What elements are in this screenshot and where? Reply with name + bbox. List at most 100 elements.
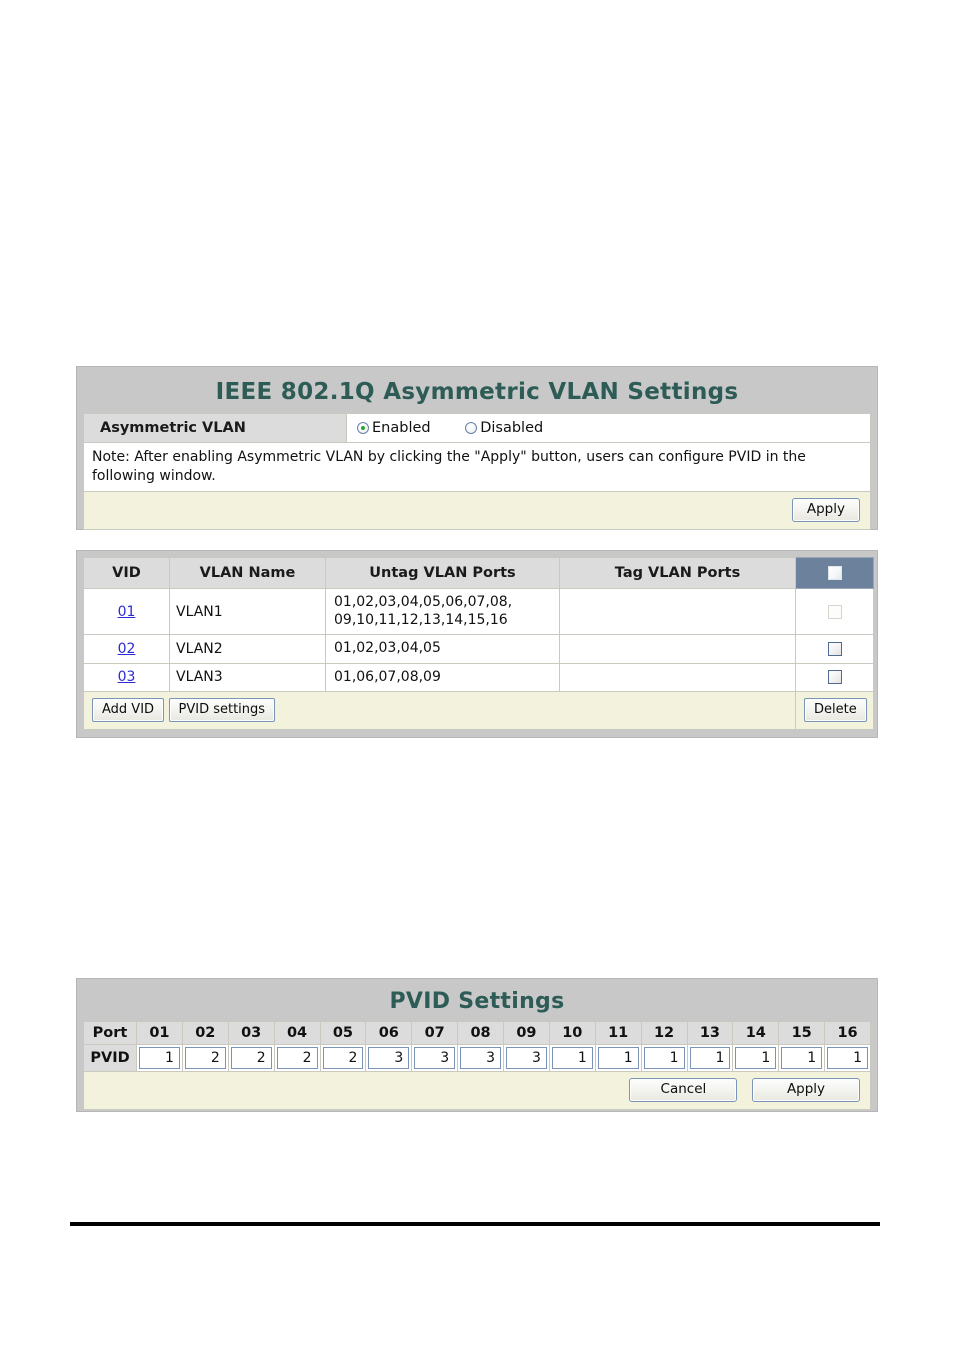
vid-cell: 02 bbox=[83, 634, 170, 664]
pvid-value-row: PVID bbox=[83, 1044, 871, 1072]
pvid-cell-09 bbox=[503, 1044, 550, 1072]
radio-unselected-icon bbox=[465, 422, 478, 434]
table-row: 02 VLAN2 01,02,03,04,05 bbox=[83, 634, 874, 664]
pvid-input-10[interactable] bbox=[551, 1047, 593, 1069]
pvid-input-11[interactable] bbox=[597, 1047, 639, 1069]
radio-option-disabled[interactable]: Disabled bbox=[465, 420, 543, 436]
pvid-cell-16 bbox=[824, 1044, 871, 1072]
vlan-list-panel: VID VLAN Name Untag VLAN Ports Tag VLAN … bbox=[76, 550, 878, 738]
pvid-input-08[interactable] bbox=[460, 1047, 501, 1069]
port-row-label: Port bbox=[83, 1021, 137, 1045]
pvid-row-label: PVID bbox=[83, 1044, 137, 1072]
pvid-apply-button[interactable]: Apply bbox=[752, 1078, 860, 1102]
pvid-cell-04 bbox=[273, 1044, 321, 1072]
port-header-06: 06 bbox=[365, 1021, 413, 1045]
pvid-input-15[interactable] bbox=[781, 1047, 823, 1069]
pvid-settings-panel: PVID Settings Port 01 02 03 04 05 06 07 … bbox=[76, 978, 878, 1112]
asymmetric-vlan-radio-group: Enabled Disabled bbox=[346, 413, 871, 443]
pvid-input-16[interactable] bbox=[827, 1047, 868, 1069]
table-action-bar-right: Delete bbox=[795, 691, 874, 730]
select-all-header[interactable] bbox=[795, 557, 874, 589]
delete-button[interactable]: Delete bbox=[804, 698, 867, 722]
vlan-name-cell: VLAN2 bbox=[169, 634, 326, 664]
row-select-cell bbox=[795, 634, 874, 664]
pvid-cell-05 bbox=[319, 1044, 367, 1072]
asymmetric-vlan-row: Asymmetric VLAN Enabled Disabled bbox=[83, 413, 871, 443]
vlan-name-cell: VLAN1 bbox=[169, 588, 326, 635]
vid-link[interactable]: 03 bbox=[118, 669, 136, 685]
pvid-cell-07 bbox=[411, 1044, 459, 1072]
pvid-cell-10 bbox=[548, 1044, 596, 1072]
column-header-tag-vlan-ports: Tag VLAN Ports bbox=[559, 557, 796, 589]
pvid-port-header-row: Port 01 02 03 04 05 06 07 08 09 10 11 12… bbox=[83, 1021, 871, 1045]
pvid-action-bar: Cancel Apply bbox=[83, 1071, 871, 1110]
port-header-10: 10 bbox=[548, 1021, 596, 1045]
pvid-input-05[interactable] bbox=[322, 1047, 364, 1069]
row-select-checkbox[interactable] bbox=[827, 670, 842, 685]
cancel-button[interactable]: Cancel bbox=[629, 1078, 738, 1102]
table-action-bar-left: Add VID PVID settings bbox=[83, 691, 796, 730]
port-header-01: 01 bbox=[136, 1021, 183, 1045]
footer-divider bbox=[70, 1222, 880, 1226]
pvid-cell-12 bbox=[640, 1044, 688, 1072]
vlan-table: VID VLAN Name Untag VLAN Ports Tag VLAN … bbox=[83, 557, 874, 730]
pvid-settings-button[interactable]: PVID settings bbox=[168, 698, 276, 722]
table-header-row: VID VLAN Name Untag VLAN Ports Tag VLAN … bbox=[83, 557, 874, 589]
tag-ports-cell bbox=[559, 634, 796, 664]
apply-button[interactable]: Apply bbox=[791, 498, 860, 523]
column-header-vid: VID bbox=[83, 557, 170, 589]
row-select-checkbox bbox=[827, 604, 842, 619]
pvid-cell-01 bbox=[136, 1044, 183, 1072]
port-header-15: 15 bbox=[778, 1021, 826, 1045]
port-header-04: 04 bbox=[273, 1021, 321, 1045]
radio-selected-icon bbox=[357, 422, 369, 434]
column-header-vlan-name: VLAN Name bbox=[169, 557, 326, 589]
radio-option-enabled[interactable]: Enabled bbox=[357, 420, 431, 436]
pvid-panel-title: PVID Settings bbox=[389, 989, 565, 1014]
pvid-cell-06 bbox=[365, 1044, 413, 1072]
pvid-input-09[interactable] bbox=[506, 1047, 547, 1069]
apply-action-bar: Apply bbox=[83, 491, 871, 531]
table-row: 03 VLAN3 01,06,07,08,09 bbox=[83, 662, 874, 692]
radio-label-enabled: Enabled bbox=[372, 420, 431, 436]
untag-ports-cell: 01,02,03,04,05,06,07,08, 09,10,11,12,13,… bbox=[325, 588, 560, 635]
pvid-input-07[interactable] bbox=[414, 1047, 456, 1069]
pvid-input-13[interactable] bbox=[689, 1047, 731, 1069]
port-header-09: 09 bbox=[503, 1021, 550, 1045]
row-select-checkbox[interactable] bbox=[827, 641, 842, 656]
row-select-cell bbox=[795, 662, 874, 692]
pvid-action-row: Cancel Apply bbox=[83, 1071, 871, 1110]
pvid-input-12[interactable] bbox=[643, 1047, 685, 1069]
port-header-12: 12 bbox=[640, 1021, 688, 1045]
pvid-cell-11 bbox=[594, 1044, 642, 1072]
pvid-cell-08 bbox=[457, 1044, 504, 1072]
select-all-checkbox[interactable] bbox=[827, 566, 842, 580]
radio-label-disabled: Disabled bbox=[480, 420, 544, 436]
pvid-input-14[interactable] bbox=[735, 1047, 777, 1069]
vid-cell: 03 bbox=[83, 662, 170, 692]
vid-link[interactable]: 01 bbox=[118, 604, 136, 620]
port-header-03: 03 bbox=[227, 1021, 275, 1045]
vlan-name-cell: VLAN3 bbox=[169, 662, 326, 692]
port-header-14: 14 bbox=[732, 1021, 780, 1045]
pvid-input-03[interactable] bbox=[230, 1047, 272, 1069]
column-header-untag-vlan-ports: Untag VLAN Ports bbox=[325, 557, 560, 589]
pvid-input-02[interactable] bbox=[184, 1047, 226, 1069]
pvid-cell-15 bbox=[778, 1044, 826, 1072]
add-vid-button[interactable]: Add VID bbox=[92, 698, 165, 722]
apply-row: Apply bbox=[83, 491, 871, 531]
pvid-input-04[interactable] bbox=[276, 1047, 318, 1069]
port-header-13: 13 bbox=[686, 1021, 734, 1045]
pvid-input-01[interactable] bbox=[139, 1047, 180, 1069]
note-text: Note: After enabling Asymmetric VLAN by … bbox=[83, 441, 871, 493]
port-header-08: 08 bbox=[457, 1021, 504, 1045]
row-select-cell bbox=[795, 588, 874, 635]
pvid-cell-13 bbox=[686, 1044, 734, 1072]
pvid-input-06[interactable] bbox=[368, 1047, 410, 1069]
page-title: IEEE 802.1Q Asymmetric VLAN Settings bbox=[215, 379, 739, 405]
asymmetric-vlan-settings-panel: IEEE 802.1Q Asymmetric VLAN Settings Asy… bbox=[76, 366, 878, 531]
pvid-cell-02 bbox=[181, 1044, 229, 1072]
vid-link[interactable]: 02 bbox=[118, 641, 136, 657]
port-header-05: 05 bbox=[319, 1021, 367, 1045]
untag-ports-cell: 01,02,03,04,05 bbox=[325, 634, 560, 664]
